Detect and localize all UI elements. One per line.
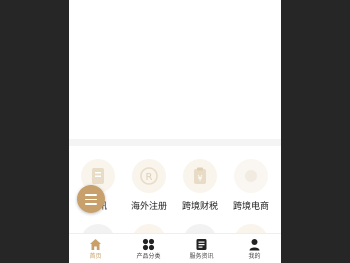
registered-icon: R [140, 167, 158, 185]
content-area-blank [69, 0, 281, 139]
floating-menu-button[interactable] [77, 185, 105, 213]
tab-label: 首页 [89, 253, 102, 260]
ecommerce-icon [245, 170, 257, 182]
service-circle: ¥ [183, 159, 217, 193]
grid-icon [142, 238, 155, 251]
tax-icon: ¥ [194, 167, 206, 184]
service-circle [234, 159, 268, 193]
tab-service-news[interactable]: 服务资讯 [175, 234, 228, 263]
home-icon [90, 239, 101, 250]
tab-label: 我的 [248, 253, 261, 260]
service-item-overseas-registration[interactable]: R 海外注册 [124, 159, 174, 215]
service-item-cross-border-tax[interactable]: ¥ 跨境财税 [175, 159, 225, 215]
svg-text:R: R [146, 172, 153, 183]
device-frame: 资讯 R 海外注册 ¥ 跨境财税 [0, 0, 350, 263]
service-item-cross-border-ecommerce[interactable]: 跨境电商 [226, 159, 276, 215]
tab-label: 服务资讯 [189, 253, 214, 260]
service-label: 跨境财税 [181, 202, 218, 212]
bottom-tab-bar: 首页 产品分类 服务资讯 我的 [69, 233, 281, 263]
mobile-page: 资讯 R 海外注册 ¥ 跨境财税 [69, 0, 281, 263]
tab-label: 产品分类 [136, 253, 161, 260]
section-divider [69, 139, 281, 146]
tab-mine[interactable]: 我的 [228, 234, 281, 263]
tab-product-categories[interactable]: 产品分类 [122, 234, 175, 263]
service-label: 跨境电商 [232, 202, 269, 212]
document-icon [92, 168, 104, 184]
service-circle: R [132, 159, 166, 193]
svg-text:¥: ¥ [197, 174, 202, 183]
tab-home[interactable]: 首页 [69, 234, 122, 263]
service-label: 海外注册 [130, 202, 167, 212]
news-icon [196, 239, 207, 250]
user-icon [249, 239, 260, 251]
